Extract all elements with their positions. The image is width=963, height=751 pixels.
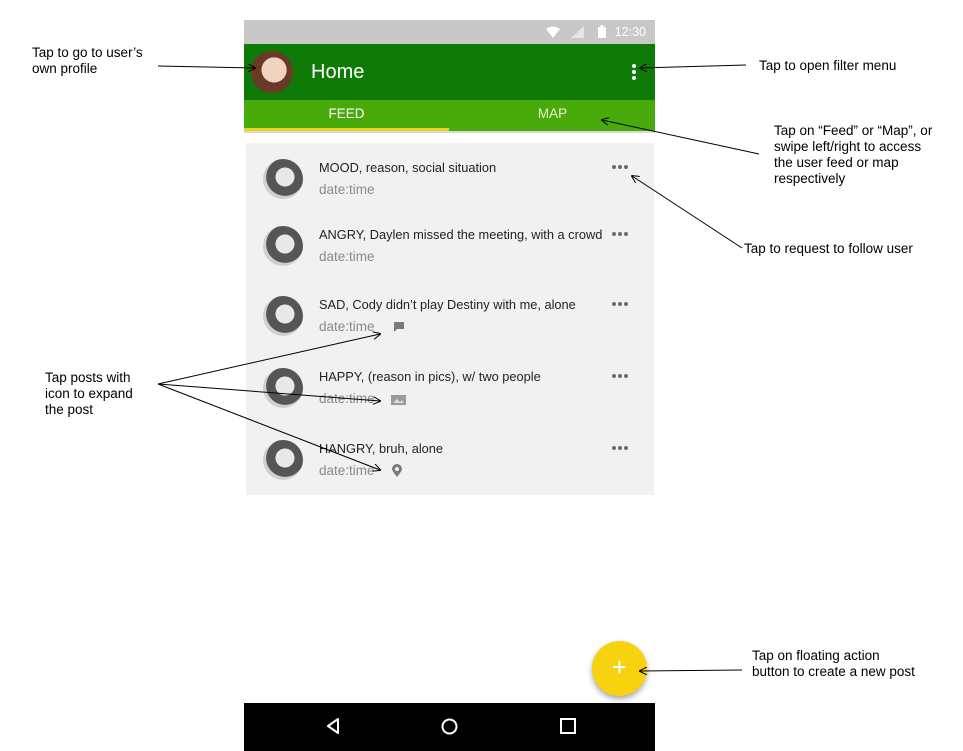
annotation-line: Tap posts with [45, 370, 131, 385]
post-text: HANGRY, bruh, alone [319, 441, 444, 456]
create-post-fab[interactable]: + [592, 641, 647, 696]
battery-icon [598, 25, 606, 38]
page-title: Home [311, 61, 365, 83]
more-horiz-icon[interactable] [612, 374, 630, 380]
annotation-line: own profile [32, 61, 98, 76]
more-vert-icon[interactable] [630, 64, 638, 82]
tab-map[interactable]: MAP [450, 100, 655, 131]
annotation-profile: Tap to go to user’s own profile [32, 45, 143, 77]
app-bar: Home [244, 44, 655, 100]
home-icon[interactable] [441, 718, 458, 735]
annotation-line: the post [45, 402, 94, 417]
annotation-line: respectively [774, 171, 846, 186]
post-date: date:time [319, 391, 375, 406]
plus-icon: + [611, 652, 628, 682]
post-text: SAD, Cody didn’t play Destiny with me, a… [319, 297, 576, 312]
location-pin-icon [392, 464, 402, 477]
post-date: date:time [319, 182, 375, 197]
status-bar: 12:30 [244, 20, 655, 44]
annotation-line: button to create a new post [752, 664, 915, 679]
system-nav-bar [244, 703, 655, 751]
post-avatar[interactable] [263, 296, 303, 336]
phone-screen: 12:30 Home FEED MAP MOOD, reason, social… [244, 20, 655, 751]
feed-post[interactable]: MOOD, reason, social situation date:time [246, 143, 654, 213]
post-text: ANGRY, Daylen missed the meeting, with a… [319, 227, 603, 242]
post-avatar[interactable] [263, 159, 303, 199]
tab-bar: FEED MAP [244, 100, 655, 131]
status-time: 12:30 [614, 25, 646, 39]
annotation-line: the user feed or map [774, 155, 899, 170]
feed-post[interactable]: ANGRY, Daylen missed the meeting, with a… [246, 210, 654, 280]
annotation-line: Tap on “Feed” or “Map”, or [774, 123, 933, 138]
wifi-icon [546, 26, 560, 38]
more-horiz-icon[interactable] [612, 165, 630, 171]
annotation-line: swipe left/right to access [774, 139, 922, 154]
post-date: date:time [319, 463, 375, 478]
more-horiz-icon[interactable] [612, 302, 630, 308]
more-horiz-icon[interactable] [612, 446, 630, 452]
signal-icon [571, 26, 584, 38]
arrow-fab [640, 670, 743, 671]
feed-post[interactable]: SAD, Cody didn’t play Destiny with me, a… [246, 280, 654, 350]
post-date: date:time [319, 319, 375, 334]
image-icon [391, 395, 406, 405]
annotation-expand: Tap posts with icon to expand the post [45, 370, 133, 418]
tab-label: FEED [328, 106, 365, 121]
tab-label: MAP [537, 106, 568, 121]
profile-avatar[interactable] [251, 51, 293, 93]
tab-shadow [244, 131, 655, 133]
annotation-line: Tap to go to user’s [32, 45, 143, 60]
back-icon[interactable] [326, 718, 340, 734]
post-text: HAPPY, (reason in pics), w/ two people [319, 369, 541, 384]
arrow-filter [640, 65, 747, 68]
post-avatar[interactable] [263, 440, 303, 480]
annotation-line: icon to expand [45, 386, 133, 401]
annotation-line: Tap to request to follow user [744, 241, 913, 256]
post-avatar[interactable] [263, 368, 303, 408]
recents-icon[interactable] [560, 718, 576, 734]
feed-list: MOOD, reason, social situation date:time… [246, 143, 654, 495]
post-date: date:time [319, 249, 375, 264]
more-horiz-icon[interactable] [612, 232, 630, 238]
annotation-fab: Tap on floating action button to create … [752, 648, 915, 680]
annotation-line: Tap to open filter menu [759, 58, 897, 73]
annotation-tabs: Tap on “Feed” or “Map”, or swipe left/ri… [774, 123, 932, 187]
post-text: MOOD, reason, social situation [319, 160, 497, 175]
annotation-follow: Tap to request to follow user [744, 241, 913, 257]
post-avatar[interactable] [263, 226, 303, 266]
annotation-line: Tap on floating action [752, 648, 880, 663]
feed-post[interactable]: HAPPY, (reason in pics), w/ two people d… [246, 352, 654, 422]
arrow-profile [157, 66, 255, 68]
tab-feed[interactable]: FEED [244, 100, 449, 131]
annotation-filter: Tap to open filter menu [759, 58, 896, 74]
comment-icon [394, 322, 404, 332]
feed-post[interactable]: HANGRY, bruh, alone date:time [246, 424, 654, 494]
